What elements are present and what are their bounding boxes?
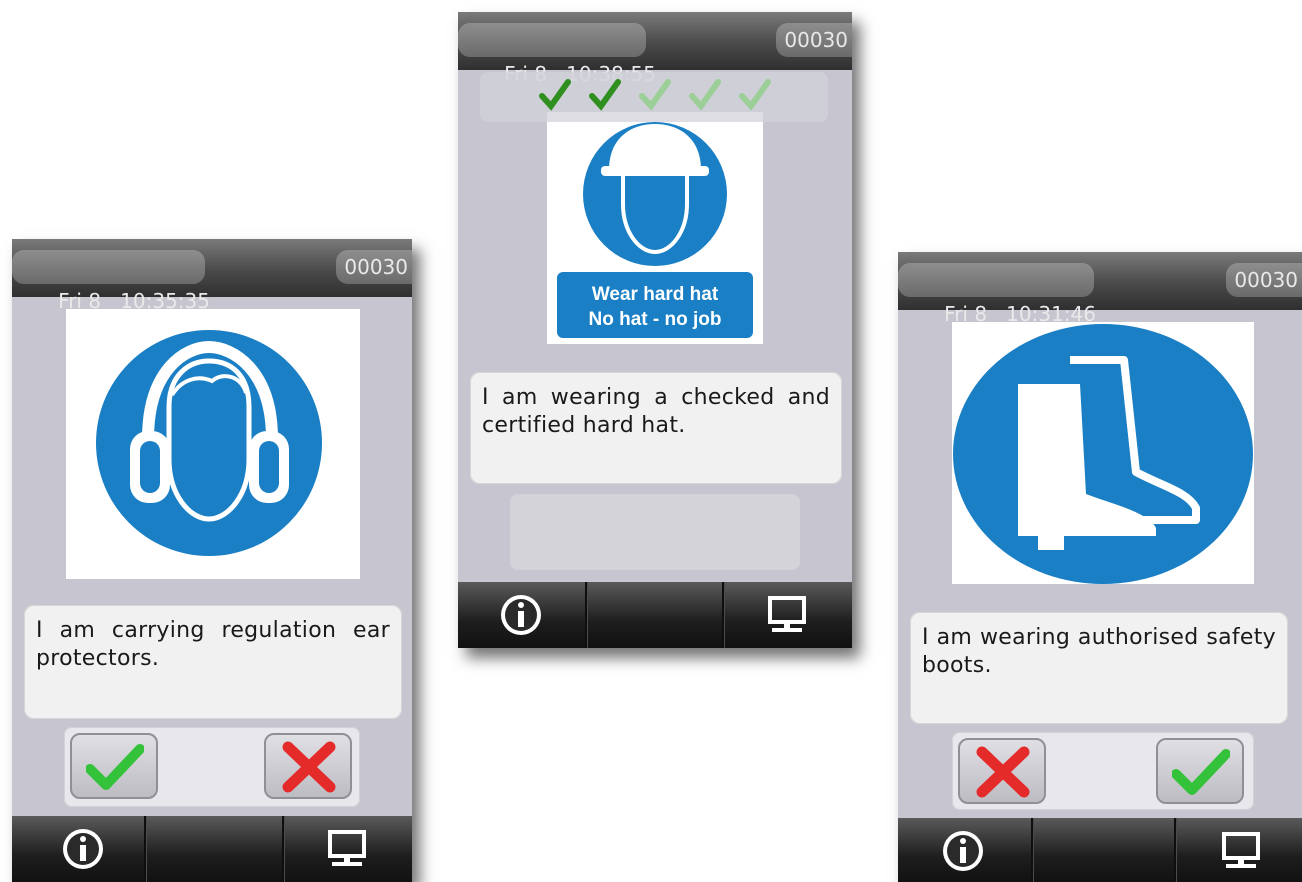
date-time-display: Fri 8 10:35:35 [12, 250, 210, 313]
counter-display: 00030 [336, 250, 412, 284]
hard-hat-sign: Wear hard hat No hat - no job [547, 112, 763, 344]
toolbar-divider [585, 582, 587, 648]
computer-icon[interactable] [1218, 828, 1264, 874]
computer-icon[interactable] [324, 826, 370, 872]
progress-check-icon [539, 79, 571, 111]
device-ear-protectors: Fri 8 10:35:35 00030 I am carrying regul… [12, 239, 412, 882]
bottom-toolbar [458, 582, 852, 648]
answer-placeholder [510, 494, 800, 570]
progress-check-icon [589, 79, 621, 111]
bottom-toolbar [12, 816, 412, 882]
status-bar: Fri 8 10:35:35 00030 [12, 239, 412, 313]
confirm-button[interactable] [1156, 738, 1244, 804]
sign-text-line1: Wear hard hat [592, 284, 719, 305]
toolbar-divider [282, 816, 284, 882]
toolbar-divider [1174, 818, 1176, 882]
ear-protection-sign [66, 309, 360, 579]
statement-text: I am wearing authorised safety boots. [910, 612, 1288, 724]
ear-protection-icon [96, 330, 322, 556]
status-bar: Fri 8 10:38:55 00030 [458, 12, 852, 86]
check-icon [1172, 749, 1230, 795]
progress-check-pending-icon [739, 79, 771, 111]
device-hard-hat: Fri 8 10:38:55 00030 Wear hard hat No ha… [458, 12, 852, 648]
toolbar-divider [722, 582, 724, 648]
statement-text: I am carrying regulation ear protectors. [24, 605, 402, 719]
status-bar: Fri 8 10:31:46 00030 [898, 252, 1302, 326]
check-icon [86, 744, 144, 790]
sign-text-line2: No hat - no job [589, 309, 722, 330]
safety-boots-sign [952, 322, 1254, 584]
answer-buttons [64, 727, 360, 807]
confirm-button[interactable] [70, 733, 158, 799]
info-icon[interactable] [940, 828, 986, 874]
reject-button[interactable] [264, 733, 352, 799]
bottom-toolbar [898, 818, 1302, 882]
safety-boots-icon [953, 324, 1253, 584]
counter-display: 00030 [776, 23, 852, 57]
progress-checks [480, 72, 828, 122]
date-time-display: Fri 8 10:31:46 [898, 263, 1096, 326]
progress-check-pending-icon [689, 79, 721, 111]
computer-icon[interactable] [764, 592, 810, 638]
toolbar-divider [1031, 818, 1033, 882]
counter-display: 00030 [1226, 263, 1302, 297]
date-time-display: Fri 8 10:38:55 [458, 23, 656, 86]
progress-check-pending-icon [639, 79, 671, 111]
cross-icon [976, 746, 1030, 798]
cross-icon [282, 741, 336, 793]
reject-button[interactable] [958, 738, 1046, 804]
statement-text: I am wearing a checked and certified har… [470, 372, 842, 484]
hard-hat-icon: Wear hard hat No hat - no job [557, 122, 753, 338]
toolbar-divider [144, 816, 146, 882]
info-icon[interactable] [60, 826, 106, 872]
device-safety-boots: Fri 8 10:31:46 00030 I am wearing author… [898, 252, 1302, 882]
answer-buttons [952, 732, 1254, 810]
info-icon[interactable] [498, 592, 544, 638]
